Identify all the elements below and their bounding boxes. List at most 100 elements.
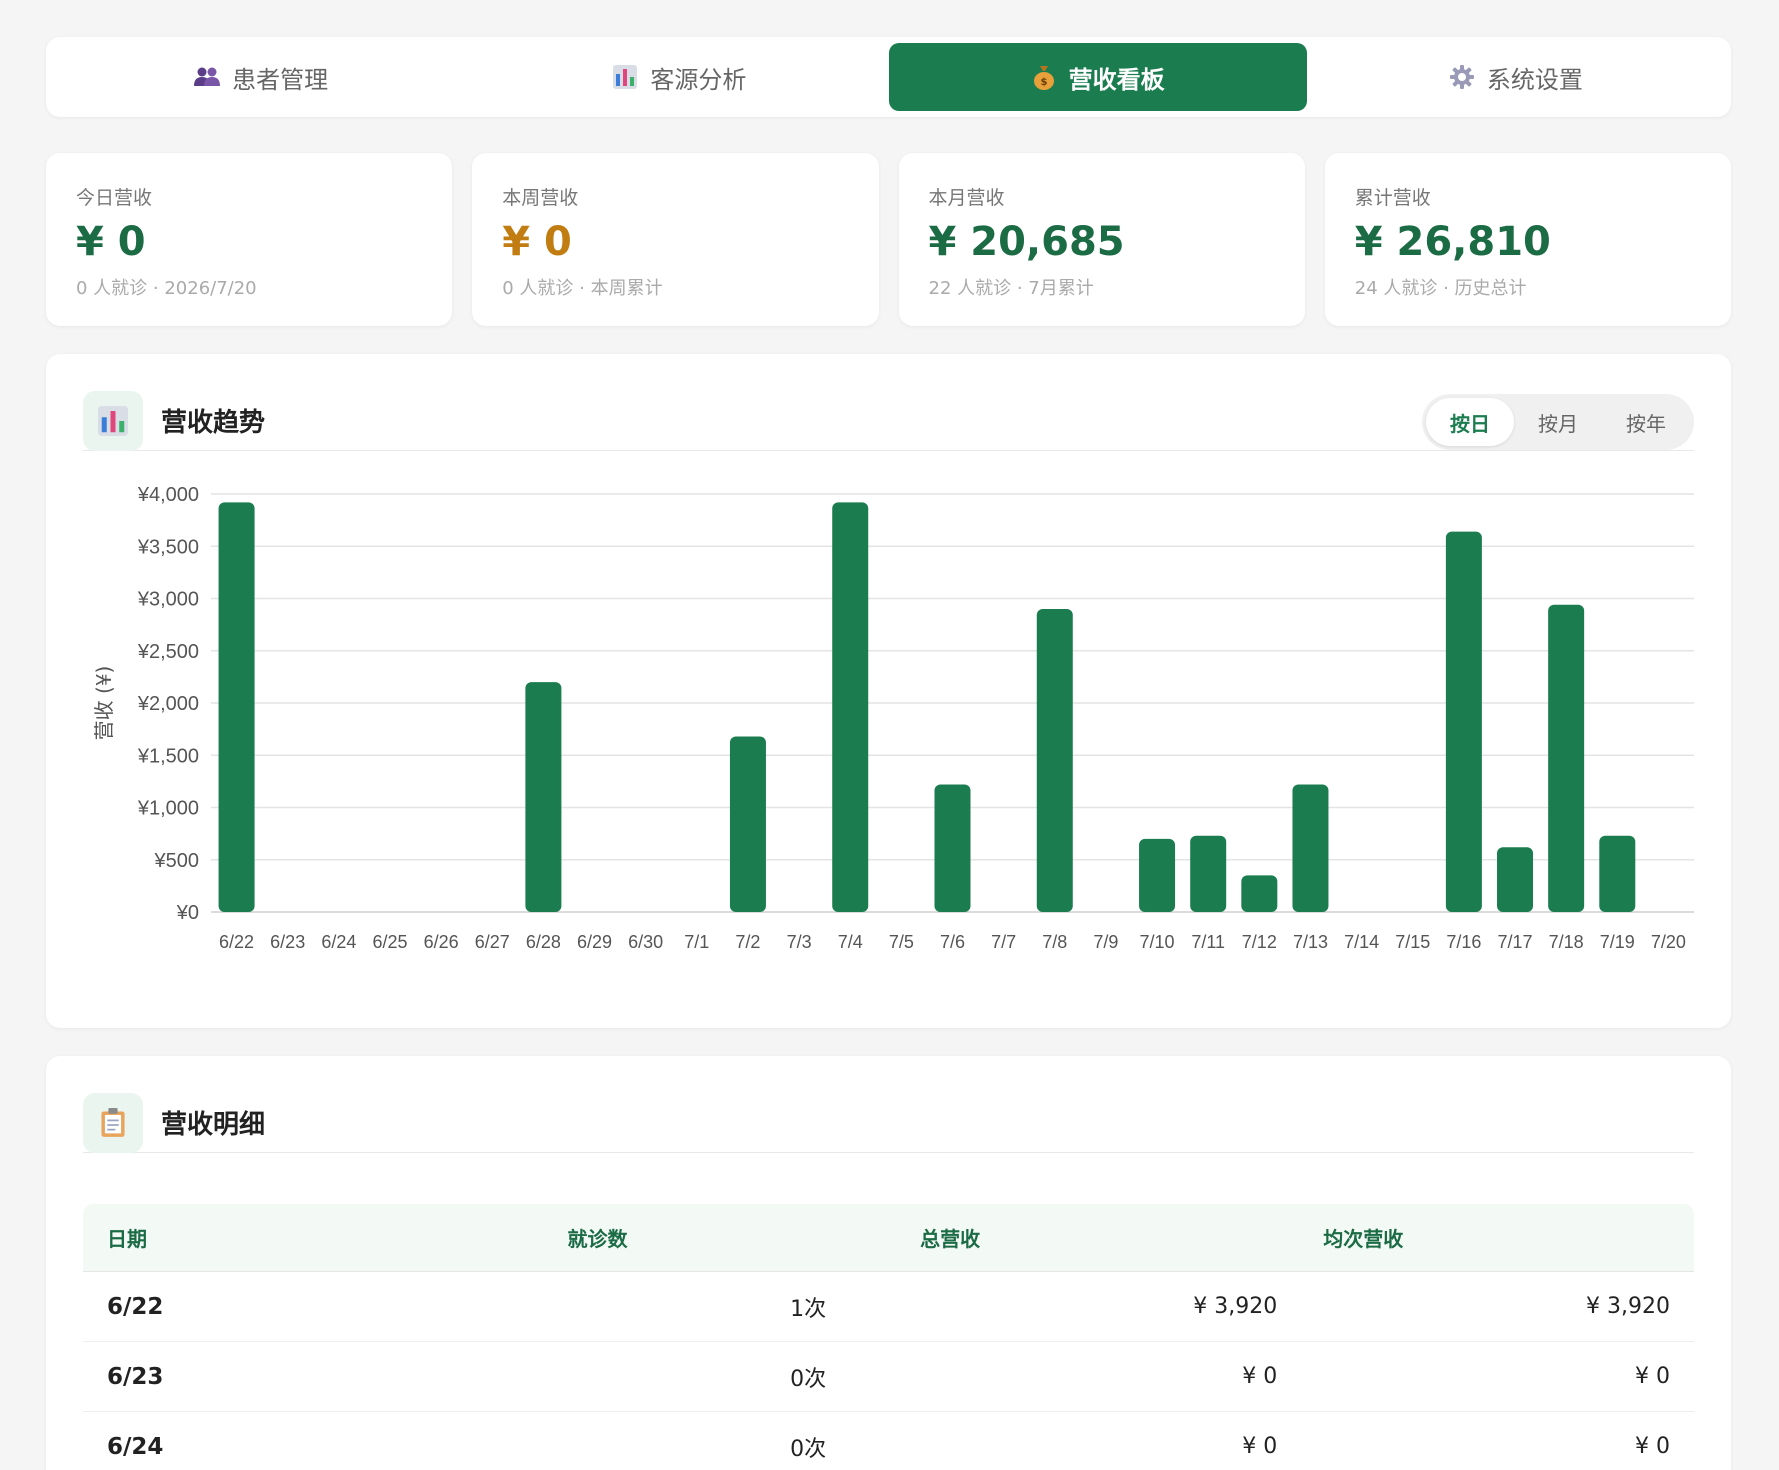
column-header-visits[interactable]: 就诊数 xyxy=(454,1223,841,1252)
revenue-dashboard: 患者管理 客源分析 $ 营收看板 系统设置 今日营收 ¥ 0 0 人就诊 · 2… xyxy=(0,0,1779,1470)
table-row: 6/23 0次 ¥ 0 ¥ 0 xyxy=(83,1342,1694,1412)
stat-label: 今日营收 xyxy=(76,187,153,209)
y-axis-label: 营收 (¥) xyxy=(92,666,116,741)
x-tick-label: 6/25 xyxy=(372,932,407,952)
bar xyxy=(1599,835,1636,912)
cell-total: ¥ 0 xyxy=(1242,1364,1278,1389)
cell-avg: ¥ 3,920 xyxy=(1585,1294,1670,1319)
main-nav: 患者管理 客源分析 $ 营收看板 系统设置 xyxy=(46,37,1731,117)
y-tick-label: ¥4,000 xyxy=(137,484,199,506)
panel-title: 营收明细 xyxy=(161,1110,266,1140)
x-tick-label: 7/16 xyxy=(1446,932,1481,952)
stat-sub: 24 人就诊 · 历史总计 xyxy=(1354,278,1527,299)
cell-total: ¥ 3,920 xyxy=(1193,1294,1278,1319)
y-tick-label: ¥2,500 xyxy=(137,641,199,663)
y-tick-label: ¥3,500 xyxy=(137,536,199,558)
users-icon xyxy=(194,64,221,90)
table-row: 6/24 0次 ¥ 0 ¥ 0 xyxy=(83,1412,1694,1470)
x-tick-label: 7/19 xyxy=(1600,932,1635,952)
y-tick-label: ¥1,000 xyxy=(137,798,199,820)
panel-title: 营收趋势 xyxy=(161,408,266,438)
x-tick-label: 7/18 xyxy=(1549,932,1584,952)
x-tick-label: 7/2 xyxy=(735,932,760,952)
x-tick-label: 6/26 xyxy=(424,932,459,952)
tab-label: 客源分析 xyxy=(650,65,747,94)
cell-avg: ¥ 0 xyxy=(1634,1364,1670,1389)
stat-card-week: 本周营收 ¥ 0 0 人就诊 · 本周累计 xyxy=(472,153,879,326)
y-tick-label: ¥500 xyxy=(154,850,200,872)
cell-visits: 0次 xyxy=(790,1366,827,1392)
revenue-detail-table: 日期 就诊数 总营收 均次营收 6/22 1次 ¥ 3,920 ¥ 3,920 … xyxy=(83,1204,1694,1470)
stat-value: ¥ 26,810 xyxy=(1354,219,1551,265)
tab-label: 患者管理 xyxy=(232,65,329,94)
x-tick-label: 7/7 xyxy=(991,932,1016,952)
stat-card-month: 本月营收 ¥ 20,685 22 人就诊 · 7月累计 xyxy=(898,153,1305,326)
toggle-by-day[interactable]: 按日 xyxy=(1426,398,1514,446)
x-tick-label: 7/3 xyxy=(787,932,812,952)
revenue-bar-chart: ¥0 ¥500 ¥1,000 ¥1,500 ¥2,000 ¥2,500 ¥3,000 ¥3,5… xyxy=(92,484,1694,952)
bar xyxy=(525,682,562,912)
toggle-by-year[interactable]: 按年 xyxy=(1602,398,1690,446)
clipboard-icon xyxy=(83,1092,143,1153)
bar xyxy=(1292,784,1329,912)
bar xyxy=(1241,875,1278,912)
toggle-by-month[interactable]: 按月 xyxy=(1514,398,1602,446)
stat-cards: 今日营收 ¥ 0 0 人就诊 · 2026/7/20 本周营收 ¥ 0 0 人就… xyxy=(46,153,1731,326)
tab-source-analysis[interactable]: 客源分析 xyxy=(470,43,888,111)
x-tick-label: 7/4 xyxy=(838,932,863,952)
y-tick-label: ¥1,500 xyxy=(137,745,199,767)
x-tick-label: 7/8 xyxy=(1042,932,1067,952)
stat-label: 本周营收 xyxy=(502,187,579,209)
x-tick-label: 6/29 xyxy=(577,932,612,952)
cell-date: 6/22 xyxy=(107,1293,164,1320)
bar xyxy=(1139,838,1176,912)
tab-revenue-board[interactable]: $ 营收看板 xyxy=(888,43,1307,111)
stat-sub: 0 人就诊 · 2026/7/20 xyxy=(76,278,257,299)
stat-sub: 0 人就诊 · 本周累计 xyxy=(502,278,663,299)
x-tick-label: 6/22 xyxy=(219,932,254,952)
cell-avg: ¥ 0 xyxy=(1634,1434,1670,1459)
tab-patient-management[interactable]: 患者管理 xyxy=(52,43,470,111)
stat-value: ¥ 20,685 xyxy=(928,219,1125,265)
revenue-detail-panel: 营收明细 日期 就诊数 总营收 均次营收 6/22 1次 ¥ 3,920 ¥ 3… xyxy=(46,1056,1731,1470)
x-tick-label: 6/23 xyxy=(270,932,305,952)
x-tick-label: 7/10 xyxy=(1140,932,1175,952)
x-tick-label: 7/11 xyxy=(1191,932,1225,952)
bar xyxy=(1190,835,1227,912)
column-header-total[interactable]: 总营收 xyxy=(840,1223,1291,1252)
stat-value: ¥ 0 xyxy=(76,219,146,265)
stat-value: ¥ 0 xyxy=(502,219,572,265)
x-tick-label: 7/1 xyxy=(684,932,709,952)
bar xyxy=(218,502,255,912)
bar-chart-icon xyxy=(83,390,143,451)
bar xyxy=(1497,847,1534,912)
cell-date: 6/23 xyxy=(107,1363,164,1390)
stat-card-total: 累计营收 ¥ 26,810 24 人就诊 · 历史总计 xyxy=(1324,153,1731,326)
cell-visits: 1次 xyxy=(790,1296,827,1322)
x-tick-label: 7/17 xyxy=(1497,932,1532,952)
column-header-avg[interactable]: 均次营收 xyxy=(1291,1223,1694,1252)
panel-header: 营收趋势 按日 按月 按年 xyxy=(83,390,1694,451)
x-tick-label: 7/6 xyxy=(940,932,965,952)
x-tick-label: 6/24 xyxy=(321,932,356,952)
revenue-trend-panel: 营收趋势 按日 按月 按年 ¥0 ¥500 ¥1,000 ¥1,500 ¥2,000 ¥2… xyxy=(46,354,1731,1028)
cell-date: 6/24 xyxy=(107,1433,164,1460)
x-tick-label: 6/27 xyxy=(475,932,510,952)
gear-icon xyxy=(1449,64,1475,90)
column-header-date[interactable]: 日期 xyxy=(83,1223,454,1252)
panel-header: 营收明细 xyxy=(83,1092,1694,1153)
stat-label: 累计营收 xyxy=(1354,187,1431,209)
table-row: 6/22 1次 ¥ 3,920 ¥ 3,920 xyxy=(83,1272,1694,1342)
bar xyxy=(934,784,971,912)
granularity-toggle: 按日 按月 按年 xyxy=(1422,394,1694,450)
bar-chart-icon xyxy=(612,64,638,90)
bar xyxy=(832,502,869,912)
table-header: 日期 就诊数 总营收 均次营收 xyxy=(83,1204,1694,1272)
cell-visits: 0次 xyxy=(790,1436,827,1462)
y-tick-label: ¥3,000 xyxy=(137,589,199,611)
y-tick-label: ¥2,000 xyxy=(137,693,199,715)
bar xyxy=(1445,531,1482,912)
tab-system-settings[interactable]: 系统设置 xyxy=(1307,43,1725,111)
x-tick-label: 7/5 xyxy=(889,932,914,952)
tab-label: 营收看板 xyxy=(1068,65,1165,94)
